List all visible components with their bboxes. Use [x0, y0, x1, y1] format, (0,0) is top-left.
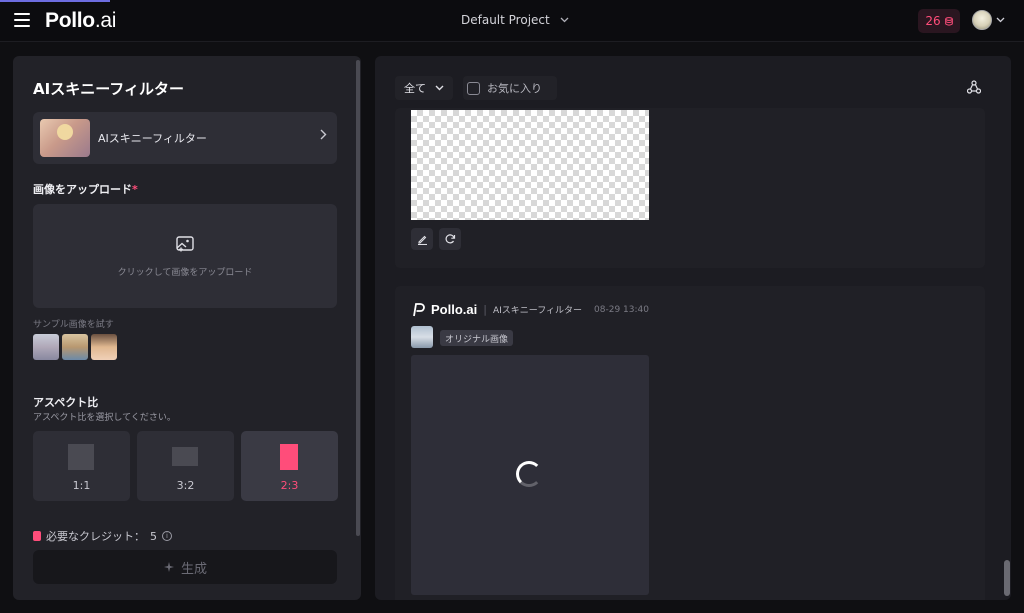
result-timestamp: 08-29 13:40 [594, 304, 649, 315]
tool-selector-card[interactable]: AIスキニーフィルター [33, 112, 337, 164]
aspect-ratio-title: アスペクト比 [33, 396, 99, 409]
tool-thumbnail [40, 119, 90, 157]
user-menu[interactable] [972, 10, 1005, 30]
sample-images [33, 334, 117, 360]
chevron-right-icon [320, 129, 327, 140]
aspect-option-label: 1:1 [72, 479, 91, 492]
avatar [972, 10, 992, 30]
sample-image[interactable] [91, 334, 117, 360]
image-upload-dropzone[interactable]: クリックして画像をアップロード [33, 204, 337, 308]
original-image-thumbnail[interactable] [411, 326, 433, 348]
brand-logo[interactable]: Pollo.ai [45, 9, 116, 33]
favorites-checkbox[interactable] [467, 81, 480, 95]
top-accent-line [0, 0, 110, 2]
upload-section-label: 画像をアップロード* [33, 181, 138, 197]
portrait-shape-icon [280, 444, 298, 470]
chevron-down-icon [435, 85, 444, 91]
landscape-shape-icon [172, 447, 198, 466]
upload-hint-text: クリックして画像をアップロード [117, 268, 253, 278]
header-separator: | [483, 303, 487, 316]
filter-value: 全て [404, 82, 426, 95]
filter-dropdown[interactable]: 全て [395, 76, 453, 100]
required-mark: * [132, 183, 138, 196]
transparent-result-image[interactable] [411, 110, 649, 220]
generate-button[interactable]: 生成 [33, 550, 337, 584]
edit-button[interactable] [411, 228, 433, 250]
generating-placeholder [411, 355, 649, 595]
result-card-header: Pollo.ai | AIスキニーフィルター 08-29 13:40 [411, 302, 649, 317]
info-icon[interactable]: i [162, 531, 172, 541]
results-panel: 全て お気に入り Pollo.ai | AIスキニーフィルター 08-29 13… [375, 56, 1011, 600]
brand-logo-suffix: .ai [94, 9, 117, 32]
hamburger-menu-icon[interactable] [14, 13, 30, 27]
aspect-option-label: 2:3 [280, 479, 299, 492]
project-selector[interactable]: Default Project [461, 13, 569, 27]
credits-count: 26 [925, 14, 941, 28]
left-panel-scrollbar[interactable] [356, 60, 360, 536]
coin-icon [944, 16, 953, 26]
original-image-tag: オリジナル画像 [440, 330, 514, 346]
credit-coin-icon [33, 531, 41, 541]
image-upload-icon [176, 236, 194, 252]
edit-pencil-icon [417, 235, 427, 245]
aspect-ratio-options: 1:1 3:2 2:3 [33, 431, 338, 501]
chevron-down-icon [996, 17, 1005, 23]
project-name: Default Project [461, 13, 550, 27]
brand-logo-main: Pollo [45, 9, 95, 32]
loading-spinner-icon [516, 461, 542, 487]
credits-badge[interactable]: 26 [918, 9, 960, 33]
chevron-down-icon [560, 17, 569, 23]
required-credits-label: 必要なクレジット： [46, 530, 145, 543]
result-card: Pollo.ai | AIスキニーフィルター 08-29 13:40 オリジナル… [395, 286, 985, 600]
generate-button-label: 生成 [180, 561, 207, 577]
sample-image[interactable] [62, 334, 88, 360]
aspect-option-2-3[interactable]: 2:3 [241, 431, 338, 501]
pollo-logo-icon [413, 302, 425, 316]
favorites-filter[interactable]: お気に入り [463, 76, 557, 100]
tool-settings-panel: AIスキニーフィルター AIスキニーフィルター 画像をアップロード* クリックし… [13, 56, 361, 600]
result-card [395, 108, 985, 268]
upload-section-text: 画像をアップロード [33, 183, 132, 196]
panel-title: AIスキニーフィルター [33, 80, 184, 98]
refresh-icon [445, 234, 456, 244]
sample-image[interactable] [33, 334, 59, 360]
square-shape-icon [68, 444, 94, 470]
aspect-option-label: 3:2 [176, 479, 195, 492]
regenerate-button[interactable] [439, 228, 461, 250]
aspect-option-1-1[interactable]: 1:1 [33, 431, 130, 501]
tool-card-label: AIスキニーフィルター [98, 132, 207, 145]
share-icon[interactable] [967, 80, 981, 94]
result-tool-name: AIスキニーフィルター [492, 306, 583, 316]
sparkle-icon [163, 562, 174, 572]
aspect-option-3-2[interactable]: 3:2 [137, 431, 234, 501]
sample-images-label: サンプル画像を試す [33, 320, 114, 330]
required-credits: 必要なクレジット： 5 i [33, 528, 172, 544]
aspect-ratio-subtitle: アスペクト比を選択してください。 [33, 413, 176, 423]
top-bar: Pollo.ai Default Project 26 [0, 0, 1024, 42]
favorites-label: お気に入り [487, 82, 542, 95]
result-brand: Pollo.ai [431, 302, 478, 317]
required-credits-value: 5 [150, 529, 157, 543]
results-scrollbar[interactable] [1004, 560, 1010, 596]
